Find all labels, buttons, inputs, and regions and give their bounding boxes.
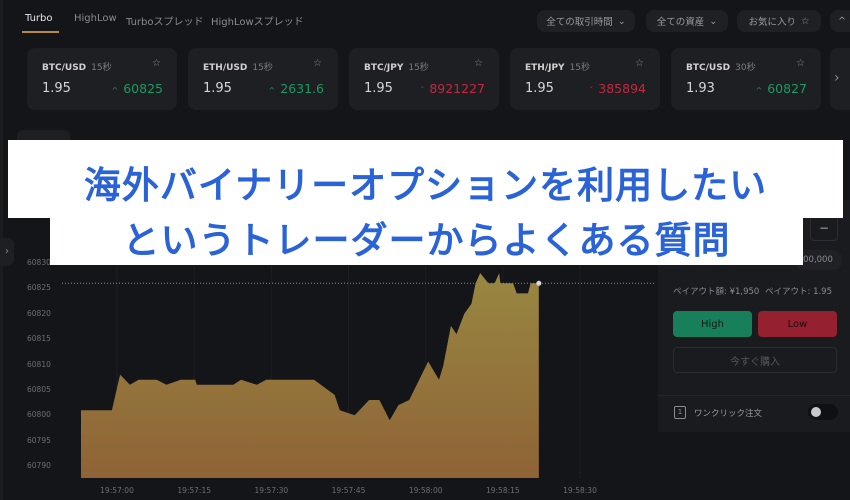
price: ^ 2631.6 (268, 81, 324, 96)
favorite-star-icon[interactable]: ☆ (796, 58, 805, 69)
price: ˇ 8921227 (420, 81, 485, 96)
duration: 15秒 (408, 63, 429, 73)
duration: 15秒 (569, 63, 591, 73)
payout-amount: ペイアウト額: ¥1,950 (673, 287, 760, 297)
asset-card[interactable]: BTC/JPY 15秒 ☆ 1.95 ˇ 8921227 (349, 48, 499, 110)
asset-pair: ETH/USD 15秒 (203, 63, 273, 73)
chevron-down-icon: ⌄ (709, 15, 718, 27)
toggle-knob (811, 407, 821, 417)
one-click-toggle[interactable] (808, 404, 838, 420)
banner-line-2: というトレーダーからよくある質問 (50, 217, 803, 265)
assets-label: 全ての資産 (656, 17, 705, 28)
asset-pair: BTC/USD 30秒 (686, 63, 756, 73)
collapse-button[interactable]: ^ (830, 10, 850, 32)
chevron-up-icon: ^ (838, 15, 846, 27)
chevron-right-icon: › (834, 70, 840, 86)
star-icon: ☆ (800, 15, 810, 27)
price: ^ 60825 (111, 81, 163, 96)
duration: 15秒 (91, 63, 112, 73)
trading-time-filter[interactable]: 全ての取引時間 ⌄ (537, 10, 635, 32)
asset-card[interactable]: ETH/JPY 15秒 ☆ 1.95 ˇ 385894 (510, 48, 660, 110)
payout-rate: ペイアウト: 1.95 (765, 287, 832, 297)
asset-pair: BTC/JPY 15秒 (364, 63, 429, 73)
payout: 1.95 (364, 81, 393, 96)
duration: 15秒 (252, 63, 273, 73)
arrow-up-icon: ^ (268, 86, 276, 95)
price: ^ 60827 (755, 81, 807, 96)
tab-turbo[interactable]: Turbo (25, 13, 53, 24)
duration: 30秒 (735, 63, 756, 73)
payout: 1.95 (203, 81, 232, 96)
assets-filter[interactable]: 全ての資産 ⌄ (646, 10, 728, 32)
chevron-down-icon: ⌄ (617, 15, 626, 27)
asset-card[interactable]: BTC/USD 30秒 ☆ 1.93 ^ 60827 (671, 48, 821, 110)
one-click-label: ワンクリック注文 (694, 409, 763, 419)
tab-highlow[interactable]: HighLow (74, 13, 117, 24)
tab-highlow-spread[interactable]: HighLowスプレッド (211, 13, 304, 28)
arrow-up-icon: ^ (755, 86, 763, 95)
card-partial[interactable]: › (830, 48, 850, 110)
favorite-star-icon[interactable]: ☆ (152, 58, 161, 69)
banner-line-1: 海外バイナリーオプションを利用したい (8, 140, 843, 218)
asset-pair: BTC/USD 15秒 (42, 63, 112, 73)
current-price-marker (536, 280, 542, 286)
active-tab-underline (22, 31, 59, 33)
asset-pair: ETH/JPY 15秒 (525, 63, 591, 73)
asset-card[interactable]: BTC/USD 15秒 ☆ 1.95 ^ 60825 (27, 48, 177, 110)
arrow-down-icon: ˇ (420, 86, 425, 95)
high-button[interactable]: High (673, 311, 752, 337)
price-chart[interactable] (0, 250, 655, 490)
asset-card[interactable]: ETH/USD 15秒 ☆ 1.95 ^ 2631.6 (188, 48, 338, 110)
payout: 1.95 (525, 81, 554, 96)
arrow-down-icon: ˇ (589, 86, 594, 95)
trading-time-label: 全ての取引時間 (546, 17, 613, 28)
low-button[interactable]: Low (758, 311, 837, 337)
favorite-star-icon[interactable]: ☆ (474, 58, 483, 69)
payout: 1.95 (42, 81, 71, 96)
favorite-star-icon[interactable]: ☆ (313, 58, 322, 69)
favorites-label: お気に入り (748, 17, 796, 28)
price-area (80, 273, 539, 478)
favorite-star-icon[interactable]: ☆ (635, 58, 644, 69)
favorites-filter[interactable]: お気に入り ☆ (737, 10, 821, 32)
divider (658, 395, 850, 396)
amount-minus-button[interactable]: − (810, 215, 838, 241)
tab-turbo-spread[interactable]: Turboスプレッド (126, 13, 204, 28)
buy-now-button[interactable]: 今すぐ購入 (673, 347, 837, 373)
arrow-up-icon: ^ (111, 86, 119, 95)
payout: 1.93 (686, 81, 715, 96)
price: ˇ 385894 (589, 81, 646, 96)
one-click-icon: 1 (674, 406, 686, 419)
